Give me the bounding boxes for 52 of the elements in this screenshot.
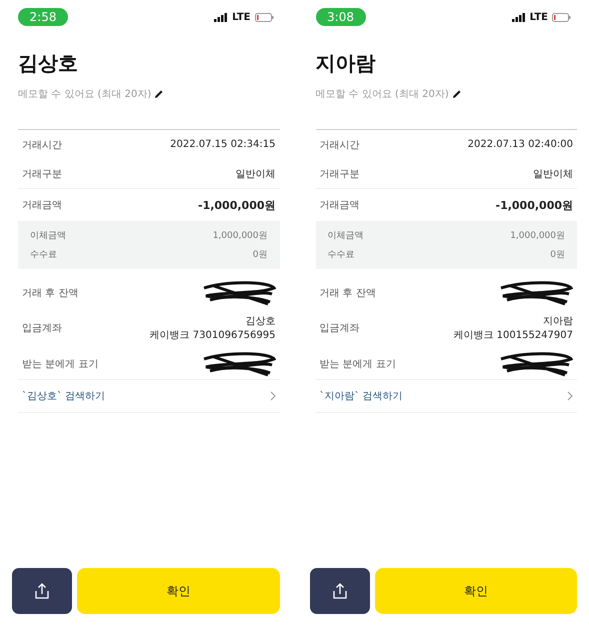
row-label: 거래시간 [320,138,360,152]
row-label: 이체금액 [328,230,364,242]
row-label: 거래 후 잔액 [320,286,376,300]
share-icon [35,583,49,599]
recipient-name: 김상호 [18,50,79,77]
account-line: 김상호 [246,315,276,328]
row-value: 0원 [252,249,268,261]
row-value: 0원 [550,249,565,261]
row-value: 1,000,000원 [510,230,565,242]
confirm-button[interactable]: 확인 [77,568,280,614]
row-label: 거래구분 [320,168,360,180]
signal-icon [512,12,526,22]
confirm-button[interactable]: 확인 [374,568,577,614]
account-line: 케이뱅크 100155247907 [453,329,573,342]
battery-icon [254,12,274,22]
row-label: 수수료 [328,249,354,261]
row-label: 수수료 [30,249,57,261]
chevron-icon [270,391,276,401]
row-label: 거래금액 [22,199,62,212]
row-label: 거래 후 잔액 [22,286,78,300]
share-icon [332,583,346,599]
amount-value: -1,000,000원 [198,198,276,212]
row-label: 거래구분 [22,168,62,180]
search-link[interactable]: `지아람` 검색하기 [316,380,577,412]
status-time: 2:58 [18,8,68,26]
row-value: 1,000,000원 [212,230,268,242]
pencil-icon[interactable] [154,89,164,99]
share-button[interactable] [12,568,72,614]
account-line: 케이뱅크 7301096756995 [150,329,276,342]
amount-value: -1,000,000원 [496,198,573,212]
row-value: 일반이체 [236,168,276,180]
recipient-name: 지아람 [316,50,376,77]
signal-icon [214,12,228,22]
network-label: LTE [530,12,548,22]
status-time: 3:08 [316,8,366,26]
row-value: 2022.07.13 02:40:00 [468,139,573,150]
share-button[interactable] [310,568,370,614]
chevron-icon [567,391,573,401]
account-line: 지아람 [543,315,573,328]
row-label: 거래시간 [22,138,62,152]
battery-icon [552,12,571,22]
row-label: 받는 분에게 표기 [22,358,98,370]
search-link[interactable]: `김상호` 검색하기 [18,380,280,412]
row-value: 일반이체 [533,168,573,180]
network-label: LTE [232,12,250,22]
pencil-icon[interactable] [452,89,462,99]
row-label: 입금계좌 [22,322,62,335]
row-value: 2022.07.15 02:34:15 [170,139,276,150]
row-label: 거래금액 [320,199,360,212]
row-label: 받는 분에게 표기 [320,358,396,370]
row-label: 입금계좌 [320,322,360,335]
row-label: 이체금액 [30,230,66,242]
